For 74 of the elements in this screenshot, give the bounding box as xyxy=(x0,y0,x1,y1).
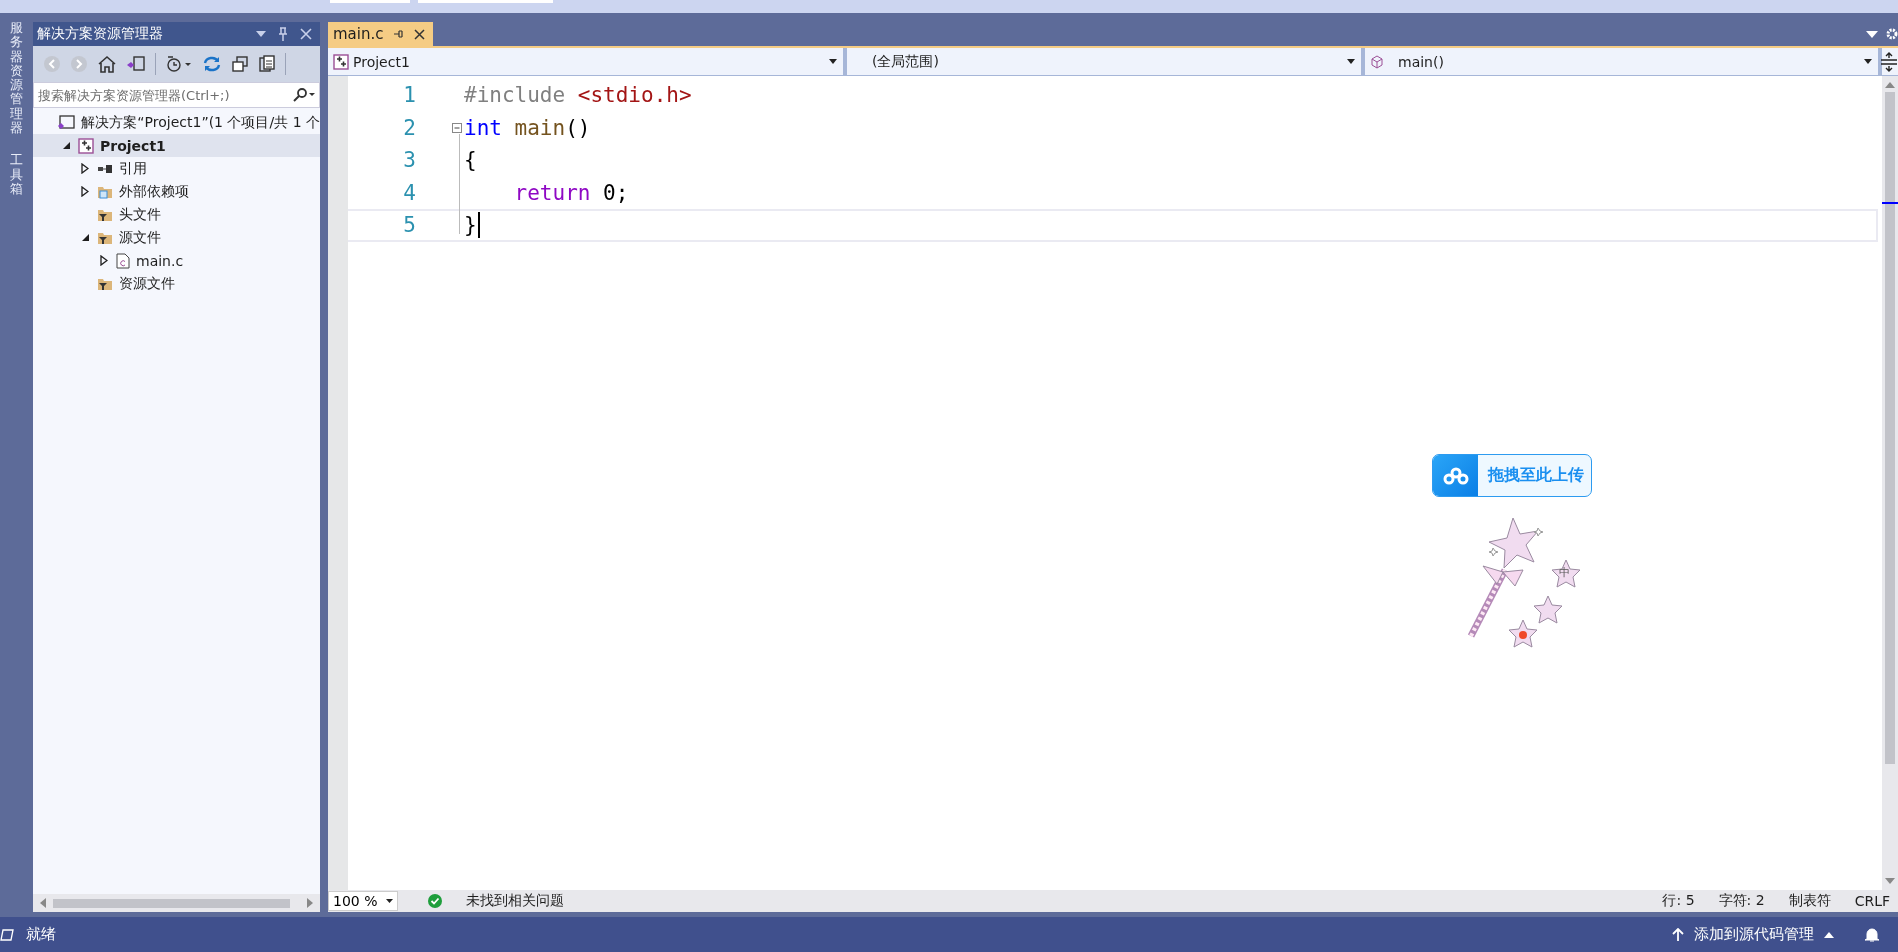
line-number: 2 xyxy=(402,115,416,140)
code-line: int main() xyxy=(464,115,591,140)
ready-icon xyxy=(0,928,14,941)
collapse-icon[interactable] xyxy=(231,55,249,73)
zoom-dropdown[interactable]: 100 % xyxy=(328,891,398,911)
cube-icon xyxy=(1370,54,1384,69)
code-line: { xyxy=(464,148,477,173)
expanded-arrow-icon[interactable] xyxy=(80,233,90,242)
c-file-icon xyxy=(116,252,130,269)
home-icon[interactable] xyxy=(97,55,117,73)
editor-tab[interactable]: main.c xyxy=(328,22,433,46)
scroll-right-icon[interactable] xyxy=(306,898,314,908)
tree-item[interactable]: 头文件 xyxy=(33,203,320,226)
caret-icon[interactable] xyxy=(1347,59,1355,64)
dropdown-icon[interactable] xyxy=(1866,30,1878,38)
line-number: 3 xyxy=(402,148,416,173)
line-number: 1 xyxy=(402,83,416,108)
tree-item[interactable]: main.c xyxy=(33,249,320,272)
indent-indicator[interactable]: 制表符 xyxy=(1788,892,1831,910)
line-number: 4 xyxy=(402,180,416,205)
side-tab[interactable]: 工具箱 xyxy=(10,153,23,197)
line-ending-indicator[interactable]: CRLF xyxy=(1854,893,1890,909)
horizontal-scrollbar[interactable] xyxy=(33,894,320,912)
close-icon[interactable] xyxy=(413,28,425,40)
tree-item[interactable]: 解决方案“Project1”(1 个项目/共 1 个 xyxy=(33,111,320,134)
text-cursor xyxy=(477,212,480,239)
scroll-down-icon[interactable] xyxy=(1885,878,1895,884)
panel-title: 解决方案资源管理器 xyxy=(37,25,163,43)
refresh-icon[interactable] xyxy=(202,55,222,73)
input-mode-label: 中 xyxy=(1559,565,1570,580)
collapsed-arrow-icon[interactable] xyxy=(81,186,89,197)
solution-view-icon[interactable] xyxy=(126,55,146,73)
tree-item[interactable]: 引用 xyxy=(33,157,320,180)
solution-icon xyxy=(57,114,76,131)
cloud-icon xyxy=(1442,466,1469,485)
notification-bell-icon[interactable] xyxy=(1864,926,1880,943)
code-line: } xyxy=(464,213,477,238)
caret-icon[interactable] xyxy=(1864,59,1872,64)
caret-icon[interactable] xyxy=(829,59,837,64)
tree-item[interactable]: Project1 xyxy=(33,134,320,157)
pin-icon[interactable] xyxy=(392,29,405,39)
code-line: return 0; xyxy=(513,180,629,205)
pin-icon[interactable] xyxy=(278,27,288,41)
tree-item[interactable]: 外部依赖项 xyxy=(33,180,320,203)
settings-icon[interactable] xyxy=(1886,28,1898,40)
line-number: 5 xyxy=(402,213,416,238)
column-indicator[interactable]: 字符: 2 xyxy=(1718,892,1765,910)
search-field[interactable]: 搜索解决方案资源管理器(Ctrl+;) xyxy=(33,82,320,108)
references-icon xyxy=(97,163,113,174)
dropdown-icon[interactable] xyxy=(256,31,266,37)
tree-item[interactable]: 资源文件 xyxy=(33,272,320,295)
history-icon[interactable] xyxy=(165,55,193,73)
split-icon[interactable] xyxy=(1880,50,1898,73)
collapsed-arrow-icon[interactable] xyxy=(100,255,108,266)
vertical-scrollbar[interactable] xyxy=(1882,76,1898,890)
tree-item[interactable]: 源文件 xyxy=(33,226,320,249)
line-indicator[interactable]: 行: 5 xyxy=(1662,892,1695,910)
scroll-up-icon[interactable] xyxy=(1885,82,1895,88)
check-icon xyxy=(428,894,442,908)
project-icon xyxy=(333,53,349,70)
copy-icon[interactable] xyxy=(258,55,276,73)
status-text: 就绪 xyxy=(26,925,56,944)
source-control-button[interactable]: 添加到源代码管理 xyxy=(1672,925,1834,944)
search-icon[interactable] xyxy=(293,88,315,102)
caret-icon[interactable] xyxy=(386,899,393,903)
code-line: #include <stdio.h> xyxy=(464,83,692,108)
caret-icon xyxy=(1824,931,1834,938)
up-arrow-icon xyxy=(1672,927,1684,942)
issues-status[interactable]: 未找到相关问题 xyxy=(466,892,564,910)
expanded-arrow-icon[interactable] xyxy=(61,141,71,150)
side-tab[interactable]: 服务器资源管理器 xyxy=(10,21,23,136)
scroll-left-icon[interactable] xyxy=(39,898,47,908)
collapsed-arrow-icon[interactable] xyxy=(81,163,89,174)
project-icon xyxy=(78,137,94,154)
